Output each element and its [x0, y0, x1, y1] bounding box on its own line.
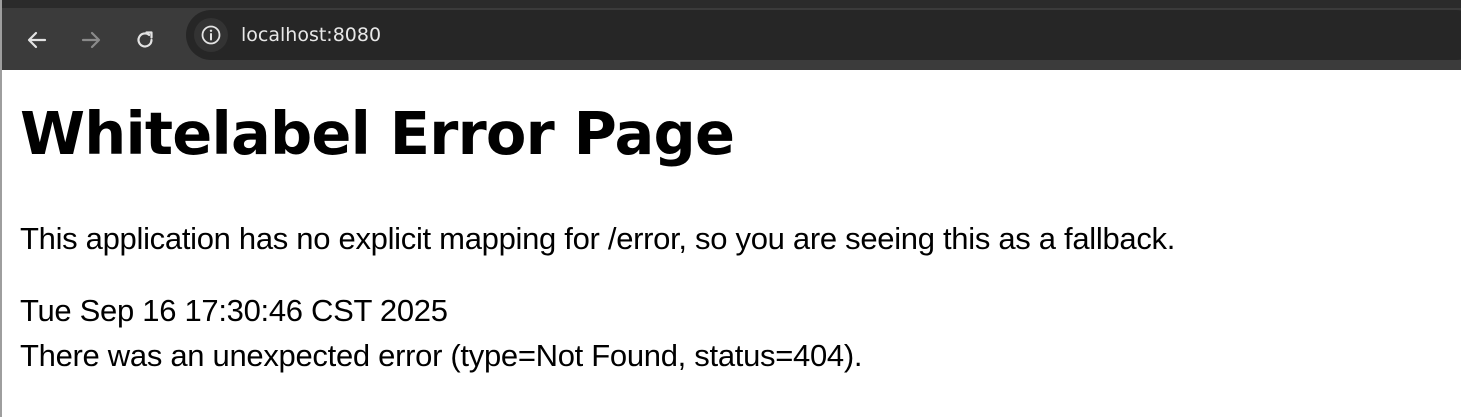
arrow-left-icon — [27, 31, 47, 49]
info-icon — [201, 25, 221, 45]
explanation-text: This application has no explicit mapping… — [20, 221, 1176, 256]
forward-button[interactable] — [73, 22, 109, 58]
site-info-button[interactable] — [194, 18, 228, 52]
browser-toolbar: localhost:8080 — [2, 0, 1461, 70]
url-text[interactable]: localhost:8080 — [241, 23, 381, 47]
address-bar[interactable]: localhost:8080 — [186, 10, 1461, 60]
browser-window: localhost:8080 Whitelabel Error Page Thi… — [0, 0, 1461, 417]
page-content: Whitelabel Error Page This application h… — [2, 70, 1461, 417]
error-message-text: There was an unexpected error (type=Not … — [20, 338, 863, 373]
timestamp-text: Tue Sep 16 17:30:46 CST 2025 — [20, 293, 448, 328]
reload-button[interactable] — [127, 22, 163, 58]
page-title: Whitelabel Error Page — [20, 99, 735, 168]
reload-icon — [137, 31, 153, 48]
back-button[interactable] — [19, 22, 55, 58]
arrow-right-icon — [81, 31, 101, 49]
